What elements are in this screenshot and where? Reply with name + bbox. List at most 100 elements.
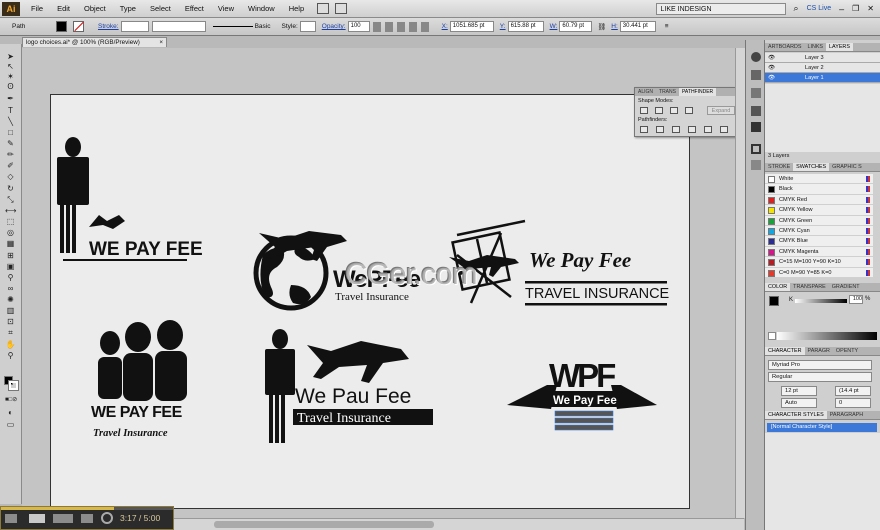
stroke-swatch[interactable]: [73, 21, 84, 32]
menu-view[interactable]: View: [211, 4, 241, 13]
shape-builder-tool-icon[interactable]: ◎: [5, 228, 16, 237]
transform-icons[interactable]: [372, 21, 433, 32]
magic-wand-tool-icon[interactable]: ✶: [5, 72, 16, 81]
swatch-row[interactable]: CMYK Cyan: [765, 226, 873, 237]
tab-paragraph[interactable]: PARAGR: [805, 347, 833, 355]
restore-icon[interactable]: ❐: [852, 4, 859, 13]
tab-pathfinder[interactable]: PATHFINDER: [678, 88, 717, 96]
scale-tool-icon[interactable]: ⤡: [5, 195, 16, 204]
appearance-icon[interactable]: [751, 122, 761, 132]
font-family-select[interactable]: Myriad Pro: [768, 360, 872, 370]
tab-transform[interactable]: TRANS: [656, 88, 679, 96]
selection-tool-icon[interactable]: ➤: [5, 52, 16, 61]
swatch-row[interactable]: CMYK Blue: [765, 236, 873, 247]
brush-preview[interactable]: [212, 26, 253, 27]
minimize-icon[interactable]: –: [839, 4, 844, 14]
blend-tool-icon[interactable]: ∞: [5, 284, 16, 293]
tracking-field[interactable]: 0: [835, 398, 871, 408]
workspace-switcher[interactable]: LIKE INDESIGN: [655, 2, 786, 15]
logo-1[interactable]: WE PAY FEE: [57, 137, 203, 261]
layer-row[interactable]: 👁 Layer 3: [765, 53, 880, 63]
menu-effect[interactable]: Effect: [178, 4, 211, 13]
normal-character-style-item[interactable]: [Normal Character Style]: [767, 423, 877, 432]
control-panel-menu-icon[interactable]: ≡: [665, 23, 669, 30]
kerning-field[interactable]: Auto: [781, 398, 817, 408]
opacity-link[interactable]: Opacity:: [322, 23, 346, 30]
swatch-row[interactable]: CMYK Yellow: [765, 205, 873, 216]
menu-edit[interactable]: Edit: [50, 4, 77, 13]
blob-brush-tool-icon[interactable]: ✐: [5, 161, 16, 170]
eraser-tool-icon[interactable]: ◇: [5, 172, 16, 181]
menu-help[interactable]: Help: [282, 4, 311, 13]
navigator-icon[interactable]: [751, 160, 761, 170]
layer-row[interactable]: 👁 Layer 2: [765, 63, 880, 73]
search-icon[interactable]: ⌕: [794, 3, 799, 14]
menu-file[interactable]: File: [24, 4, 50, 13]
tab-align[interactable]: ALIGN: [635, 88, 656, 96]
font-style-select[interactable]: Regular: [768, 372, 872, 382]
trim-button[interactable]: [656, 126, 664, 133]
swatch-row[interactable]: CMYK Red: [765, 194, 873, 206]
menu-window[interactable]: Window: [241, 4, 282, 13]
logo-6[interactable]: WPF We Pay Fee: [507, 357, 657, 431]
column-graph-tool-icon[interactable]: ▥: [5, 306, 16, 315]
pencil-tool-icon[interactable]: ✏: [5, 150, 16, 159]
visibility-icon[interactable]: 👁: [768, 55, 775, 61]
merge-button[interactable]: [672, 126, 680, 133]
exclude-button[interactable]: [685, 107, 693, 114]
color-mode-icon[interactable]: ■□⊘: [5, 396, 17, 405]
opacity-field[interactable]: 100: [347, 21, 370, 32]
brush-definition[interactable]: Basic: [255, 23, 271, 30]
direct-selection-tool-icon[interactable]: ↖: [5, 62, 16, 71]
tab-links[interactable]: LINKS: [804, 43, 826, 51]
replay-icon[interactable]: [101, 512, 113, 524]
tab-paragraph-styles[interactable]: PARAGRAPH: [827, 411, 866, 419]
eyedropper-tool-icon[interactable]: ⚲: [5, 273, 16, 282]
type-tool-icon[interactable]: T: [5, 106, 16, 115]
tab-color[interactable]: COLOR: [765, 283, 791, 291]
layer-row[interactable]: 👁 Layer 1: [765, 73, 880, 83]
rotate-tool-icon[interactable]: ↻: [5, 184, 16, 193]
graphic-styles-icon[interactable]: [751, 106, 761, 116]
pause-button[interactable]: [29, 514, 45, 523]
width-tool-icon[interactable]: ⟷: [5, 206, 16, 215]
k-value-field[interactable]: 100: [849, 295, 863, 304]
h-field[interactable]: 30.441 pt: [619, 21, 656, 32]
horizontal-scrollbar[interactable]: [174, 518, 744, 530]
artwork[interactable]: WE PAY FEE WePFee Travel Insurance We Pa…: [51, 95, 691, 510]
menu-type[interactable]: Type: [113, 4, 143, 13]
tab-artboards[interactable]: ARTBOARDS: [765, 43, 804, 51]
stroke-link[interactable]: Stroke:: [98, 23, 119, 30]
volume-button[interactable]: [81, 514, 93, 523]
stroke-swatch-tool[interactable]: [8, 380, 19, 391]
tab-character-styles[interactable]: CHARACTER STYLES: [765, 411, 827, 419]
logo-3[interactable]: We Pay Fee TRAVEL INSURANCE: [449, 219, 670, 306]
document-tab[interactable]: logo choices.ai* @ 100% (RGB/Preview) ×: [22, 37, 167, 47]
tab-stroke[interactable]: STROKE: [765, 163, 793, 171]
mesh-tool-icon[interactable]: ⊞: [5, 251, 16, 260]
expand-button[interactable]: Expand: [707, 106, 735, 115]
swatch-row[interactable]: Black: [765, 184, 873, 195]
menu-select[interactable]: Select: [143, 4, 178, 13]
crop-button[interactable]: [688, 126, 696, 133]
artboard[interactable]: WE PAY FEE WePFee Travel Insurance We Pa…: [50, 94, 690, 509]
cs-live-button[interactable]: CS Live: [807, 5, 832, 12]
minus-front-button[interactable]: [655, 107, 663, 114]
logo-4[interactable]: WE PAY FEE Travel Insurance: [91, 320, 187, 439]
pen-tool-icon[interactable]: ✒: [5, 94, 16, 103]
line-tool-icon[interactable]: ╲: [5, 117, 16, 126]
intersect-button[interactable]: [670, 107, 678, 114]
tab-swatches[interactable]: SWATCHES: [793, 163, 830, 171]
swatch-row[interactable]: CMYK Magenta: [765, 246, 873, 258]
bridge-icon[interactable]: [317, 3, 330, 14]
x-field[interactable]: 1051.685 pt: [449, 21, 494, 32]
stroke-icon[interactable]: [751, 144, 761, 154]
perspective-grid-tool-icon[interactable]: ▦: [5, 239, 16, 248]
y-field[interactable]: 615.88 pt: [507, 21, 544, 32]
tab-transparency[interactable]: TRANSPARE: [790, 283, 829, 291]
tab-layers[interactable]: LAYERS: [826, 43, 853, 51]
variable-width-field[interactable]: [151, 21, 206, 32]
swatch-row[interactable]: CMYK Green: [765, 215, 873, 226]
none-swatch[interactable]: [768, 332, 776, 340]
font-size-field[interactable]: 12 pt: [781, 386, 817, 396]
